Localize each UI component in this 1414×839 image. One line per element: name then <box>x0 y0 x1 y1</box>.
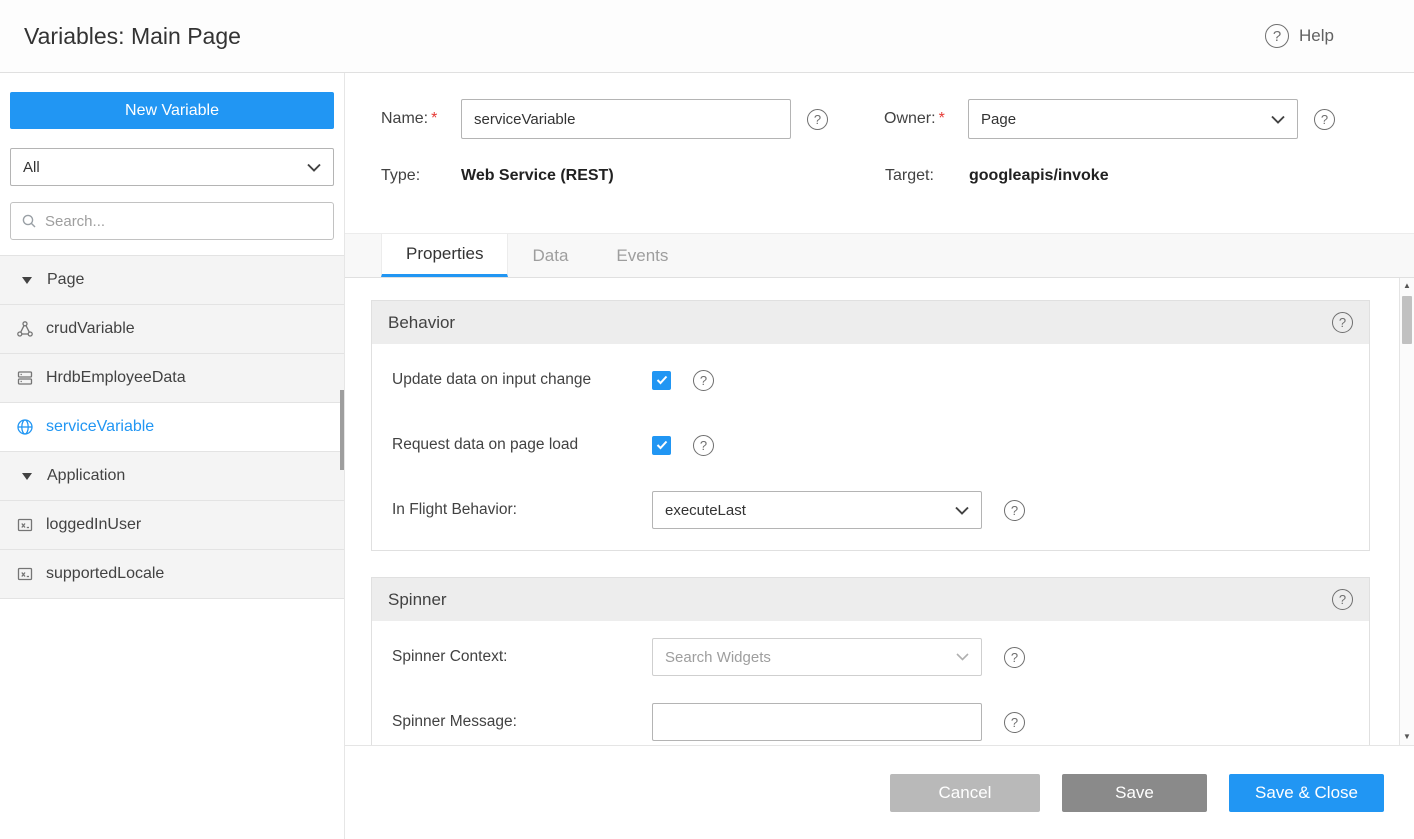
form-row: Spinner Message: ? <box>392 702 1349 742</box>
section-title: Behavior <box>388 313 455 333</box>
scroll-down-icon[interactable]: ▼ <box>1400 729 1414 745</box>
group-label: Application <box>47 467 125 485</box>
spinner-section: Spinner ? Spinner Context: Search Widget… <box>371 577 1370 745</box>
crud-variable-icon <box>16 320 34 338</box>
variable-label: serviceVariable <box>46 418 154 436</box>
help-icon[interactable]: ? <box>1004 712 1025 733</box>
tab-events[interactable]: Events <box>592 234 692 277</box>
update-data-on-input-change-checkbox[interactable] <box>652 371 671 390</box>
spinner-message-input[interactable] <box>652 703 982 741</box>
globe-icon <box>16 418 34 436</box>
spinner-context-select[interactable]: Search Widgets <box>652 638 982 676</box>
owner-select[interactable]: Page <box>968 99 1298 139</box>
properties-panel: Behavior ? Update data on input change ?… <box>345 278 1414 745</box>
behavior-section: Behavior ? Update data on input change ?… <box>371 300 1370 551</box>
collapse-triangle-icon <box>18 277 36 284</box>
help-icon[interactable]: ? <box>1332 312 1353 333</box>
chevron-down-icon <box>1271 115 1285 124</box>
spinner-context-placeholder: Search Widgets <box>665 649 771 666</box>
page-title: Variables: Main Page <box>24 23 241 50</box>
cancel-button[interactable]: Cancel <box>890 774 1040 812</box>
dialog-footer: Cancel Save Save & Close <box>345 745 1414 839</box>
static-variable-icon <box>16 565 34 583</box>
group-label: Page <box>47 271 84 289</box>
name-label: Name:* <box>381 110 461 128</box>
content-scrollbar[interactable]: ▲ ▼ <box>1399 278 1414 745</box>
help-icon: ? <box>1265 24 1289 48</box>
save-button[interactable]: Save <box>1062 774 1207 812</box>
required-marker: * <box>939 110 945 127</box>
sidebar-item-hrdbemployeedata[interactable]: HrdbEmployeeData <box>0 354 344 403</box>
variable-label: crudVariable <box>46 320 135 338</box>
help-icon[interactable]: ? <box>1314 109 1335 130</box>
target-label: Target: <box>885 167 969 185</box>
in-flight-behavior-value: executeLast <box>665 502 746 519</box>
sidebar-item-servicevariable[interactable]: serviceVariable <box>0 403 344 452</box>
sidebar-group-page[interactable]: Page <box>0 256 344 305</box>
help-icon[interactable]: ? <box>807 109 828 130</box>
required-marker: * <box>431 110 437 127</box>
filter-value: All <box>23 159 40 176</box>
check-icon <box>656 440 668 450</box>
name-input[interactable] <box>461 99 791 139</box>
search-icon <box>21 213 37 229</box>
tab-data[interactable]: Data <box>508 234 592 277</box>
sidebar-item-crudvariable[interactable]: crudVariable <box>0 305 344 354</box>
tab-properties[interactable]: Properties <box>381 234 508 277</box>
variable-form-header: Name:* ? Owner:* Page ? Type: Web Servic… <box>345 73 1414 233</box>
sidebar-group-application[interactable]: Application <box>0 452 344 501</box>
request-data-on-page-load-checkbox[interactable] <box>652 436 671 455</box>
variable-list: Page crudVariable HrdbEmployeeData servi… <box>0 255 344 599</box>
help-icon[interactable]: ? <box>693 370 714 391</box>
form-row: Request data on page load ? <box>392 425 1349 465</box>
type-value: Web Service (REST) <box>461 167 885 185</box>
help-icon[interactable]: ? <box>693 435 714 456</box>
dialog-header: Variables: Main Page ? Help <box>0 0 1414 73</box>
chevron-down-icon <box>955 506 969 515</box>
form-row: In Flight Behavior: executeLast ? <box>392 490 1349 530</box>
scroll-up-icon[interactable]: ▲ <box>1400 278 1414 294</box>
database-icon <box>16 369 34 387</box>
search-box <box>10 202 334 240</box>
help-button[interactable]: ? Help <box>1265 24 1334 48</box>
sidebar-item-loggedinuser[interactable]: loggedInUser <box>0 501 344 550</box>
owner-value: Page <box>981 111 1016 128</box>
variable-label: HrdbEmployeeData <box>46 369 186 387</box>
static-variable-icon <box>16 516 34 534</box>
check-icon <box>656 375 668 385</box>
field-label: Spinner Message: <box>392 713 652 731</box>
scrollbar-thumb[interactable] <box>1402 296 1412 344</box>
save-and-close-button[interactable]: Save & Close <box>1229 774 1384 812</box>
tab-bar: Properties Data Events <box>345 233 1414 278</box>
field-label: In Flight Behavior: <box>392 501 652 519</box>
sidebar-item-supportedlocale[interactable]: supportedLocale <box>0 550 344 599</box>
chevron-down-icon <box>956 653 969 661</box>
section-title: Spinner <box>388 590 447 610</box>
main-panel: Name:* ? Owner:* Page ? Type: Web Servic… <box>345 73 1414 839</box>
variable-label: supportedLocale <box>46 565 164 583</box>
collapse-triangle-icon <box>18 473 36 480</box>
type-label: Type: <box>381 167 461 185</box>
filter-select[interactable]: All <box>10 148 334 186</box>
target-value: googleapis/invoke <box>969 167 1109 185</box>
field-label: Spinner Context: <box>392 648 652 666</box>
chevron-down-icon <box>307 163 321 172</box>
variables-sidebar: New Variable All Page crudVariable HrdbE… <box>0 73 345 839</box>
variable-label: loggedInUser <box>46 516 141 534</box>
new-variable-button[interactable]: New Variable <box>10 92 334 129</box>
field-label: Request data on page load <box>392 436 652 454</box>
help-icon[interactable]: ? <box>1004 500 1025 521</box>
field-label: Update data on input change <box>392 371 652 389</box>
sidebar-scrollbar-thumb[interactable] <box>340 390 344 470</box>
owner-label: Owner:* <box>884 110 968 128</box>
in-flight-behavior-select[interactable]: executeLast <box>652 491 982 529</box>
help-label: Help <box>1299 26 1334 46</box>
search-input[interactable] <box>45 213 323 230</box>
form-row: Spinner Context: Search Widgets ? <box>392 637 1349 677</box>
help-icon[interactable]: ? <box>1004 647 1025 668</box>
help-icon[interactable]: ? <box>1332 589 1353 610</box>
form-row: Update data on input change ? <box>392 360 1349 400</box>
